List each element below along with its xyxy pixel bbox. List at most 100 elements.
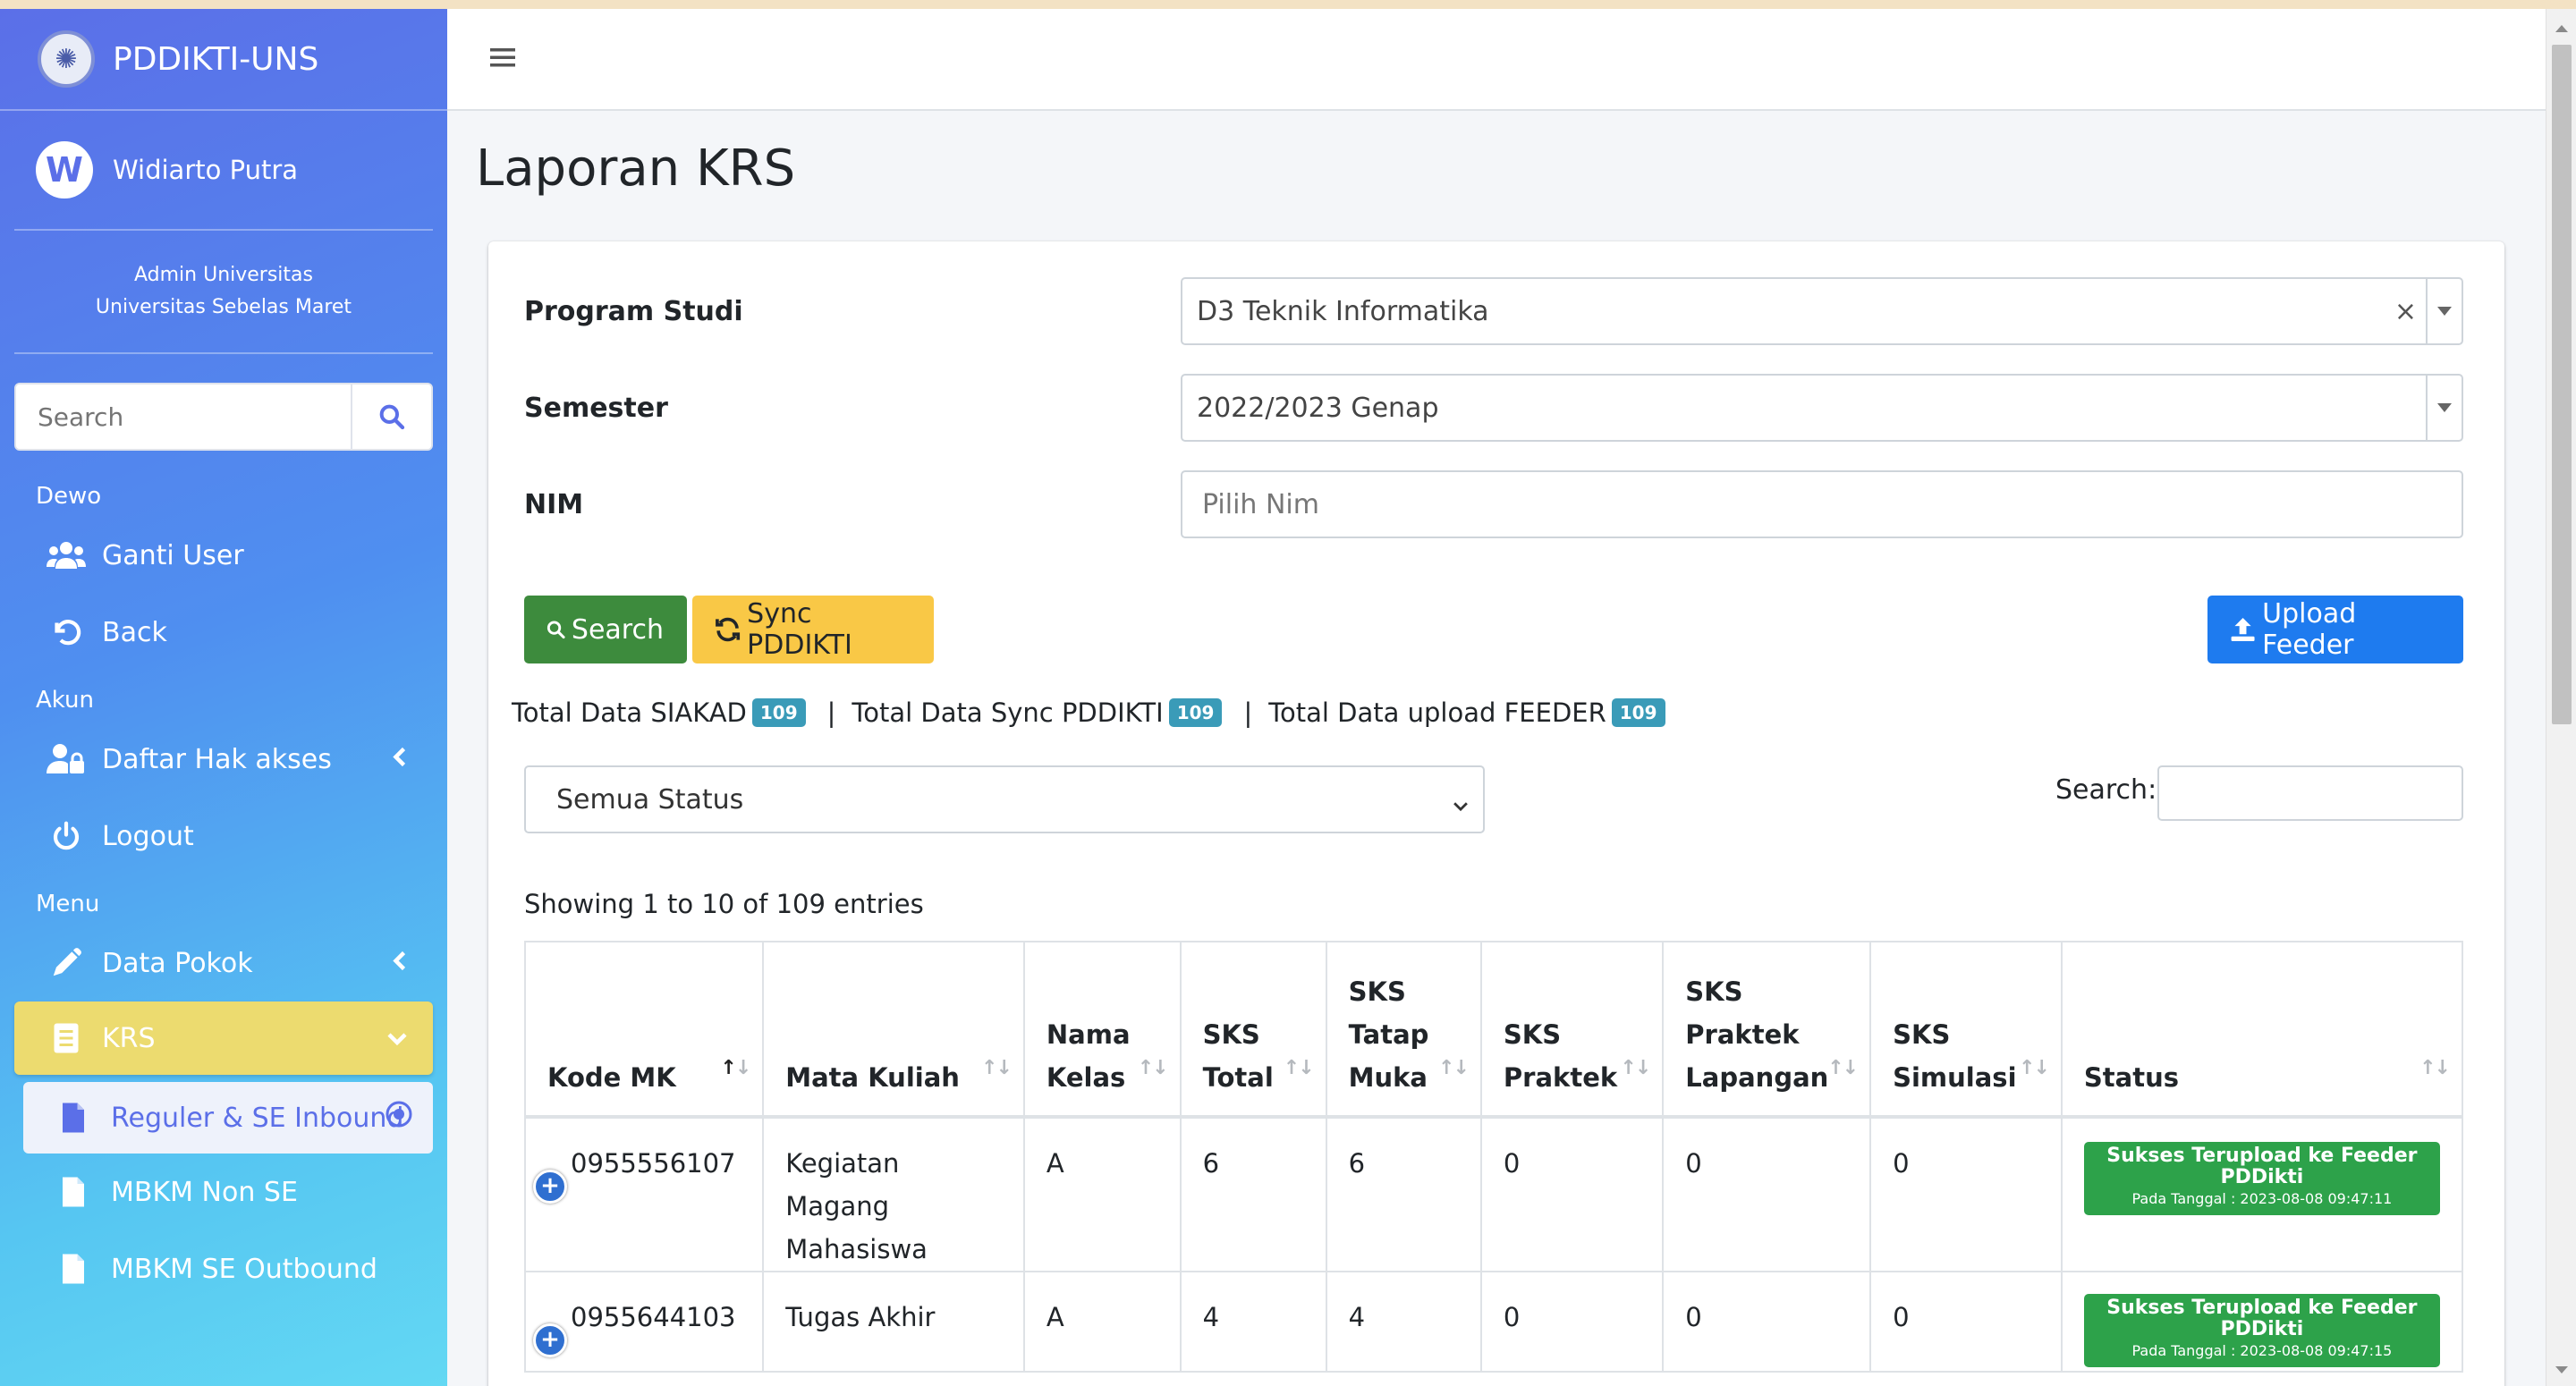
undo-icon [47, 616, 86, 648]
window-top-border [0, 0, 2576, 9]
cell-status: Sukses Terupload ke Feeder PDDikti Pada … [2060, 1116, 2464, 1272]
scroll-up-icon[interactable] [2555, 25, 2568, 32]
sort-icon: ↑↓ [1137, 1057, 1169, 1079]
sync-icon [716, 617, 741, 642]
sidebar: ✺ PDDIKTI-UNS W Widiarto Putra Admin Uni… [0, 9, 447, 1386]
brand-link[interactable]: ✺ PDDIKTI-UNS [0, 9, 447, 111]
semester-select[interactable]: 2022/2023 Genap [1181, 374, 2463, 442]
sidebar-subitem-label: MBKM SE Outbound [111, 1253, 377, 1285]
col-kode-mk[interactable]: Kode MK ↑↓ [523, 941, 765, 1119]
nim-label: NIM [524, 488, 584, 520]
search-button-label: Search [571, 613, 664, 646]
col-nama-kelas[interactable]: Nama Kelas ↑↓ [1022, 941, 1182, 1119]
dropdown-arrow-icon[interactable] [2426, 376, 2462, 440]
user-name: Widiarto Putra [113, 155, 299, 185]
col-sks-tatap-muka[interactable]: SKS Tatap Muka ↑↓ [1325, 941, 1482, 1119]
col-sks-total[interactable]: SKS Total ↑↓ [1179, 941, 1327, 1119]
separator: | [1243, 697, 1253, 728]
radio-dot-icon [385, 1100, 413, 1136]
status-filter-select[interactable]: Semua Status [524, 765, 1485, 833]
chevron-left-icon [392, 744, 408, 775]
sidebar-subitem-mbkm-se-outbound[interactable]: MBKM SE Outbound [0, 1230, 447, 1307]
file-icon [61, 1253, 88, 1285]
sidebar-item-ganti-user[interactable]: Ganti User [0, 517, 447, 594]
sort-icon: ↑↓ [1283, 1057, 1315, 1079]
cell-sks-praktek-lapangan: 0 [1662, 1271, 1872, 1373]
top-navbar [447, 9, 2546, 111]
dropdown-arrow-icon[interactable] [2426, 279, 2462, 343]
nim-placeholder: Pilih Nim [1202, 488, 1319, 520]
nim-select[interactable]: Pilih Nim [1181, 470, 2463, 538]
sort-icon: ↑↓ [2019, 1057, 2050, 1079]
semester-label: Semester [524, 392, 668, 424]
sidebar-subitem-label: Reguler & SE Inbound [111, 1102, 404, 1134]
page-scrollbar[interactable] [2546, 9, 2576, 1386]
col-status[interactable]: Status ↑↓ [2060, 941, 2464, 1119]
program-studi-value: D3 Teknik Informatika [1197, 295, 1489, 327]
hamburger-menu-icon[interactable] [487, 45, 519, 73]
sidebar-subitem-reguler-se-inbound[interactable]: Reguler & SE Inbound [23, 1082, 433, 1154]
cell-sks-tatap-muka: 4 [1325, 1271, 1482, 1373]
krs-table: Kode MK ↑↓ Mata Kuliah ↑↓ Nama Kelas ↑↓ SKS T… [523, 941, 2464, 1373]
user-institution: Universitas Sebelas Maret [95, 296, 352, 318]
col-sks-simulasi[interactable]: SKS Simulasi ↑↓ [1869, 941, 2063, 1119]
sidebar-search-input[interactable] [16, 385, 351, 449]
pen-icon [47, 946, 86, 980]
sidebar-item-label: KRS [102, 1022, 156, 1054]
action-buttons: Search Sync PDDIKTI Upload Feeder [524, 596, 2463, 663]
col-mata-kuliah[interactable]: Mata Kuliah ↑↓ [762, 941, 1025, 1119]
chevron-left-icon [392, 948, 408, 979]
upload-icon [2231, 618, 2255, 641]
file-icon [61, 1176, 88, 1208]
sidebar-item-daftar-hak-akses[interactable]: Daftar Hak akses [0, 721, 447, 798]
sidebar-item-data-pokok[interactable]: Data Pokok [0, 925, 447, 1001]
expand-row-icon[interactable]: + [533, 1170, 567, 1204]
sidebar-subitem-mbkm-non-se[interactable]: MBKM Non SE [0, 1154, 447, 1230]
university-logo-icon: ✺ [38, 30, 95, 88]
clear-selection-icon[interactable]: × [2394, 296, 2417, 327]
cell-sks-praktek: 0 [1479, 1271, 1665, 1373]
form-row-program-studi: Program Studi D3 Teknik Informatika × [524, 277, 2463, 345]
search-icon [379, 404, 405, 430]
cell-nama-kelas: A [1022, 1116, 1182, 1272]
total-feeder-badge: 109 [1611, 698, 1665, 727]
users-icon [47, 540, 86, 570]
page-title: Laporan KRS [476, 139, 796, 198]
entries-info: Showing 1 to 10 of 109 entries [524, 889, 924, 919]
sync-pddikti-button[interactable]: Sync PDDIKTI [692, 596, 934, 663]
semester-value: 2022/2023 Genap [1197, 392, 1439, 424]
status-badge: Sukses Terupload ke Feeder PDDikti Pada … [2083, 1142, 2440, 1215]
table-row[interactable]: +0955644103 Tugas Akhir A 4 4 0 0 0 Suks… [523, 1271, 2464, 1373]
table-search-input[interactable] [2157, 765, 2463, 821]
sort-icon: ↑↓ [981, 1057, 1013, 1079]
status-badge: Sukses Terupload ke Feeder PDDikti Pada … [2083, 1294, 2440, 1367]
col-sks-praktek-lapangan[interactable]: SKS Praktek Lapangan ↑↓ [1662, 941, 1872, 1119]
program-studi-select[interactable]: D3 Teknik Informatika × [1181, 277, 2463, 345]
table-search-label: Search: [2055, 774, 2157, 806]
total-siakad-badge: 109 [751, 698, 806, 727]
sidebar-item-krs[interactable]: KRS [14, 1001, 433, 1075]
table-row[interactable]: +0955556107 Kegiatan Magang Mahasiswa A 6… [523, 1116, 2464, 1272]
scrollbar-thumb[interactable] [2552, 45, 2572, 724]
total-sync-label: Total Data Sync PDDIKTI [852, 697, 1164, 728]
col-sks-praktek[interactable]: SKS Praktek ↑↓ [1479, 941, 1665, 1119]
sidebar-search-button[interactable] [351, 385, 431, 449]
scroll-down-icon[interactable] [2555, 1366, 2568, 1373]
totals-summary: Total Data SIAKAD 109 | Total Data Sync … [512, 697, 1671, 728]
search-icon [547, 621, 565, 639]
sidebar-item-logout[interactable]: Logout [0, 798, 447, 875]
program-studi-label: Program Studi [524, 295, 743, 327]
sidebar-header-akun: Akun [36, 687, 94, 714]
cell-sks-simulasi: 0 [1869, 1116, 2063, 1272]
user-panel[interactable]: W Widiarto Putra [14, 111, 433, 231]
sidebar-item-label: Logout [102, 820, 194, 852]
form-row-semester: Semester 2022/2023 Genap [524, 374, 2463, 442]
cell-mata-kuliah: Kegiatan Magang Mahasiswa [762, 1116, 1025, 1272]
total-feeder-label: Total Data upload FEEDER [1268, 697, 1606, 728]
sidebar-item-label: Ganti User [102, 539, 244, 571]
upload-feeder-button[interactable]: Upload Feeder [2207, 596, 2463, 663]
expand-row-icon[interactable]: + [533, 1323, 567, 1357]
search-button[interactable]: Search [524, 596, 687, 663]
sidebar-item-back[interactable]: Back [0, 594, 447, 671]
total-siakad-label: Total Data SIAKAD [512, 697, 747, 728]
